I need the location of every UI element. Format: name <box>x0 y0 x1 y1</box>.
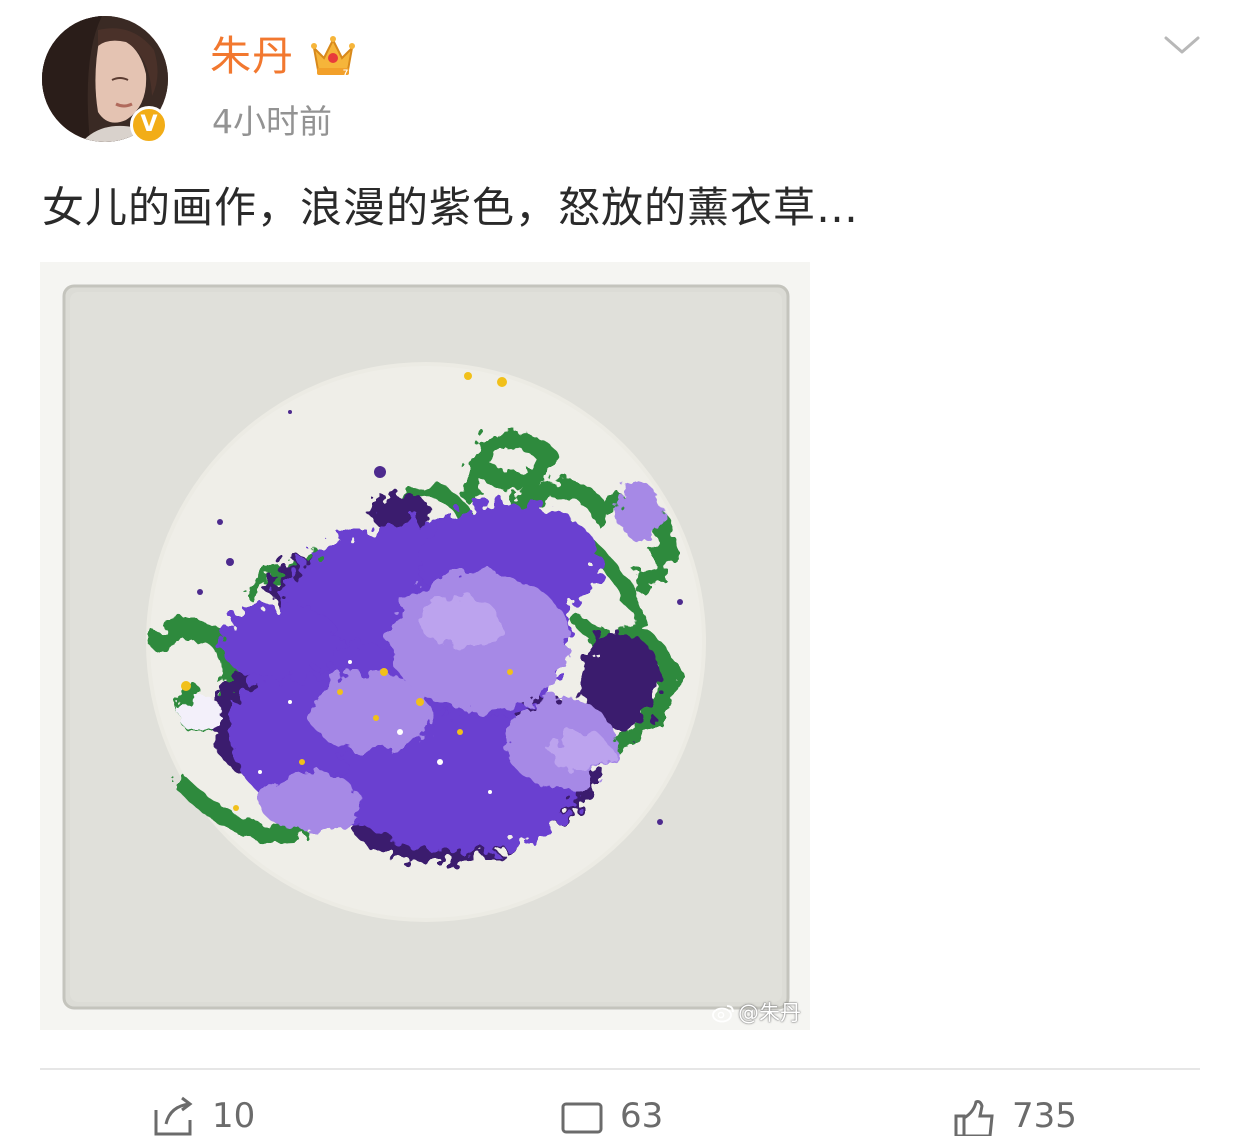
repost-icon <box>154 1096 193 1136</box>
like-button[interactable]: 735 <box>952 1096 1077 1136</box>
weibo-logo-icon <box>712 1005 734 1023</box>
chevron-down-icon[interactable] <box>1162 30 1202 60</box>
author-name[interactable]: 朱丹 <box>210 30 294 82</box>
thumbs-up-icon <box>954 1100 994 1136</box>
like-count: 735 <box>1012 1096 1077 1136</box>
action-divider <box>40 1068 1200 1070</box>
repost-button[interactable]: 10 <box>152 1096 255 1136</box>
post-text: 女儿的画作，浪漫的紫色，怒放的薰衣草… <box>42 183 860 232</box>
image-watermark: @朱丹 <box>712 1000 801 1026</box>
comment-icon <box>561 1102 603 1134</box>
post-timestamp: 4小时前 <box>212 102 332 141</box>
repost-count: 10 <box>212 1096 256 1136</box>
watermark-text: @朱丹 <box>738 1001 801 1025</box>
comment-count: 63 <box>620 1096 664 1136</box>
verified-badge-icon: V <box>130 106 168 144</box>
crown-icon[interactable]: 7 <box>310 34 356 78</box>
comment-button[interactable]: 63 <box>560 1096 663 1136</box>
post-image[interactable] <box>40 262 810 1030</box>
svg-text:7: 7 <box>343 68 348 78</box>
painting-image <box>40 262 810 1030</box>
